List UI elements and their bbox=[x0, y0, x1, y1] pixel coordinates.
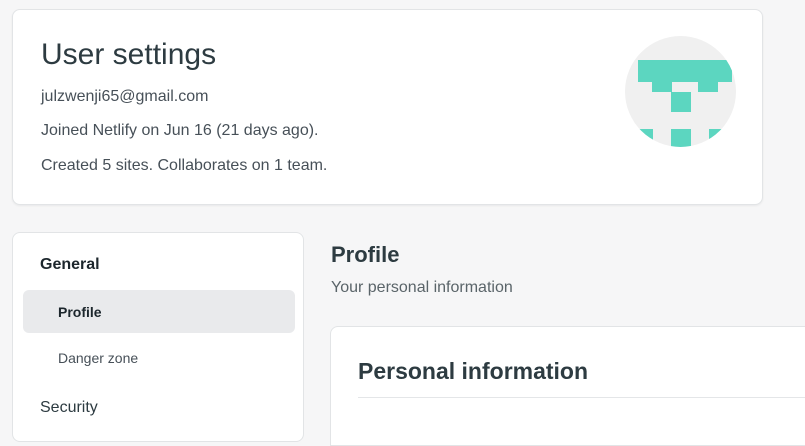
joined-info: Joined Netlify on Jun 16 (21 days ago). bbox=[41, 122, 319, 139]
user-settings-header-card: User settings julzwenji65@gmail.com Join… bbox=[12, 9, 763, 205]
divider bbox=[358, 397, 805, 398]
avatar bbox=[625, 36, 736, 147]
identicon-icon bbox=[638, 60, 732, 147]
sidebar-item-danger-zone[interactable]: Danger zone bbox=[23, 336, 295, 379]
personal-information-card: Personal information bbox=[330, 326, 805, 446]
card-title: Personal information bbox=[358, 358, 589, 384]
page-title: User settings bbox=[41, 38, 217, 71]
sidebar-group-security[interactable]: Security bbox=[40, 399, 98, 417]
sidebar-group-general: General bbox=[40, 256, 100, 273]
section-title: Profile bbox=[331, 242, 400, 267]
settings-sidebar: General Profile Danger zone Security bbox=[12, 232, 304, 442]
sites-teams-info: Created 5 sites. Collaborates on 1 team. bbox=[41, 157, 328, 174]
user-email: julzwenji65@gmail.com bbox=[41, 88, 209, 105]
section-subtitle: Your personal information bbox=[331, 279, 513, 296]
sidebar-item-profile[interactable]: Profile bbox=[23, 290, 295, 333]
